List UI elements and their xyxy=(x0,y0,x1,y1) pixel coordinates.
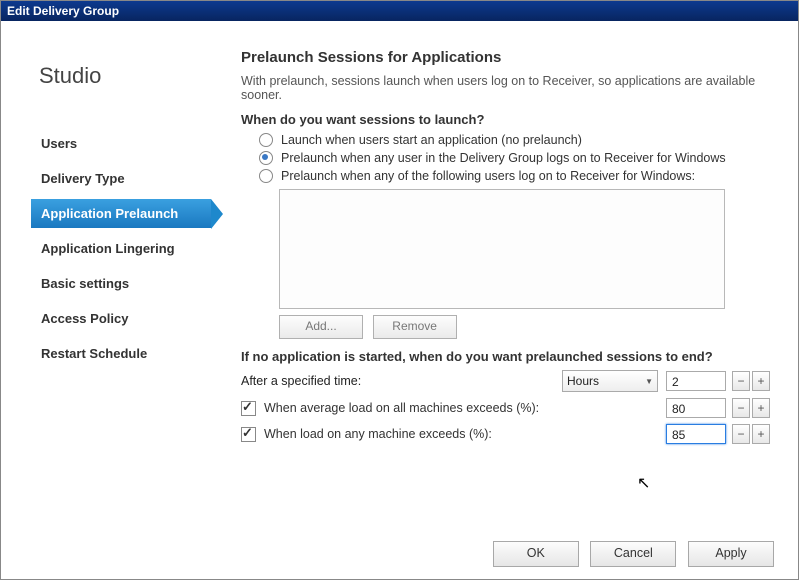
after-time-row: After a specified time: Hours ▼ 2 − + xyxy=(241,370,770,392)
ok-button[interactable]: OK xyxy=(493,541,579,567)
avg-load-increment-button[interactable]: + xyxy=(752,398,770,418)
any-load-decrement-button[interactable]: − xyxy=(732,424,750,444)
radio-any-user[interactable]: Prelaunch when any user in the Delivery … xyxy=(259,151,770,165)
main-panel: Prelaunch Sessions for Applications With… xyxy=(221,21,798,581)
radio-specific-users[interactable]: Prelaunch when any of the following user… xyxy=(259,169,770,183)
cursor-icon: ↖ xyxy=(637,473,650,493)
avg-load-checkbox[interactable] xyxy=(241,401,256,416)
dropdown-value: Hours xyxy=(567,374,599,388)
avg-load-row: When average load on all machines exceed… xyxy=(241,398,770,418)
dialog-footer: OK Cancel Apply xyxy=(485,541,774,567)
time-increment-button[interactable]: + xyxy=(752,371,770,391)
list-button-row: Add... Remove xyxy=(279,315,770,339)
launch-question: When do you want sessions to launch? xyxy=(241,112,770,127)
nav-label: Application Lingering xyxy=(41,241,175,256)
avg-load-label: When average load on all machines exceed… xyxy=(264,401,539,415)
any-load-label: When load on any machine exceeds (%): xyxy=(264,427,492,441)
launch-radio-group: Launch when users start an application (… xyxy=(259,133,770,183)
nav-label: Access Policy xyxy=(41,311,128,326)
time-unit-dropdown[interactable]: Hours ▼ xyxy=(562,370,658,392)
add-button[interactable]: Add... xyxy=(279,315,363,339)
window-title: Edit Delivery Group xyxy=(7,4,119,18)
nav-delivery-type[interactable]: Delivery Type xyxy=(31,164,211,193)
user-list[interactable] xyxy=(279,189,725,309)
brand-title: Studio xyxy=(39,63,221,89)
nav-label: Delivery Type xyxy=(41,171,125,186)
any-load-row: When load on any machine exceeds (%): 85… xyxy=(241,424,770,444)
nav-access-policy[interactable]: Access Policy xyxy=(31,304,211,333)
radio-icon xyxy=(259,151,273,165)
after-time-label: After a specified time: xyxy=(241,374,562,388)
nav-list: Users Delivery Type Application Prelaunc… xyxy=(31,129,211,368)
remove-button[interactable]: Remove xyxy=(373,315,457,339)
avg-load-input[interactable]: 80 xyxy=(666,398,726,418)
cancel-button[interactable]: Cancel xyxy=(590,541,676,567)
radio-icon xyxy=(259,133,273,147)
avg-load-decrement-button[interactable]: − xyxy=(732,398,750,418)
nav-label: Restart Schedule xyxy=(41,346,147,361)
nav-restart-schedule[interactable]: Restart Schedule xyxy=(31,339,211,368)
end-question: If no application is started, when do yo… xyxy=(241,349,770,364)
page-title: Prelaunch Sessions for Applications xyxy=(241,49,770,66)
dialog-window: Edit Delivery Group Studio Users Deliver… xyxy=(0,0,799,580)
nav-app-prelaunch[interactable]: Application Prelaunch xyxy=(31,199,211,228)
radio-icon xyxy=(259,169,273,183)
time-value-input[interactable]: 2 xyxy=(666,371,726,391)
apply-button[interactable]: Apply xyxy=(688,541,774,567)
any-load-increment-button[interactable]: + xyxy=(752,424,770,444)
radio-label: Prelaunch when any user in the Delivery … xyxy=(281,151,726,165)
nav-label: Application Prelaunch xyxy=(41,206,178,221)
titlebar: Edit Delivery Group xyxy=(1,1,798,21)
radio-no-prelaunch[interactable]: Launch when users start an application (… xyxy=(259,133,770,147)
nav-app-lingering[interactable]: Application Lingering xyxy=(31,234,211,263)
any-load-checkbox[interactable] xyxy=(241,427,256,442)
chevron-down-icon: ▼ xyxy=(645,377,653,386)
radio-label: Launch when users start an application (… xyxy=(281,133,582,147)
radio-label: Prelaunch when any of the following user… xyxy=(281,169,695,183)
nav-label: Users xyxy=(41,136,77,151)
sidebar: Studio Users Delivery Type Application P… xyxy=(1,21,221,581)
any-load-input[interactable]: 85 xyxy=(666,424,726,444)
intro-text: With prelaunch, sessions launch when use… xyxy=(241,74,770,102)
time-decrement-button[interactable]: − xyxy=(732,371,750,391)
nav-label: Basic settings xyxy=(41,276,129,291)
nav-users[interactable]: Users xyxy=(31,129,211,158)
nav-basic-settings[interactable]: Basic settings xyxy=(31,269,211,298)
